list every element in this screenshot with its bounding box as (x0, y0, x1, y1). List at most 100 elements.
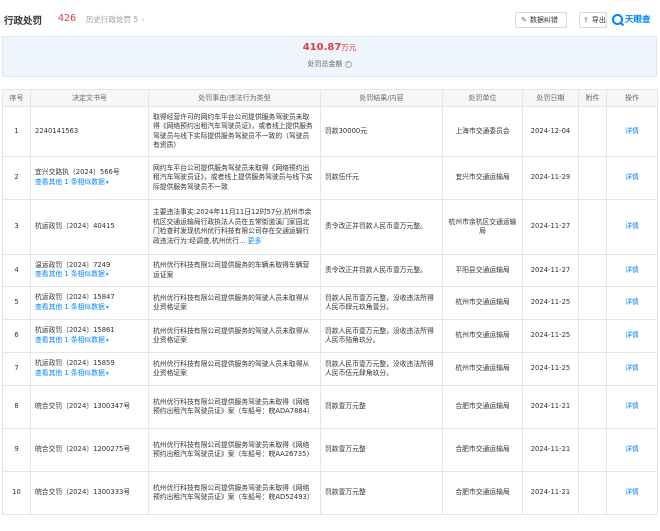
total-amount-unit: 万元 (341, 43, 357, 52)
col-header-action: 操作 (606, 89, 658, 107)
history-count: 5 (133, 15, 139, 24)
cell-action: 详情 (606, 254, 658, 287)
table-row: 7 杭运政罚〔2024〕15859 查看其他 1 条相似数据▾ 杭州优行科技有限… (2, 352, 658, 386)
cell-doc: 宜兴交路执〔2024〕566号 查看其他 1 条相似数据▾ (30, 156, 149, 200)
cell-date: 2024-11-25 (522, 319, 579, 353)
total-amount-label-row: 处罚总金额? (3, 59, 656, 69)
similar-data-link[interactable]: 查看其他 1 条相似数据▾ (35, 303, 144, 314)
cell-result: 罚款壹万元整 (320, 428, 443, 472)
cell-no: 9 (2, 428, 31, 472)
cell-attachment (578, 106, 607, 157)
detail-link[interactable]: 详情 (625, 445, 639, 453)
col-header-unit: 处罚单位 (442, 89, 523, 107)
detail-link[interactable]: 详情 (625, 298, 639, 306)
history-label: 历史行政处罚 (86, 15, 131, 24)
brand-logo: 天眼查 (612, 13, 651, 25)
similar-data-link[interactable]: 查看其他 1 条相似数据▾ (35, 369, 144, 380)
cell-reason: 网约车平台公司提供服务驾驶员未取得《网络预约出租汽车驾驶员证》，或者线上提供服务… (148, 156, 321, 200)
cell-action: 详情 (606, 471, 658, 515)
cell-no: 5 (2, 286, 31, 320)
detail-link[interactable]: 详情 (625, 127, 639, 135)
doc-number: 皖合交罚〔2024〕1300347号 (35, 402, 131, 411)
section-title: 行政处罚 (4, 16, 43, 27)
cell-action: 详情 (606, 319, 658, 353)
chevron-down-icon: ▾ (105, 337, 109, 344)
doc-number: 2240141563 (35, 126, 79, 135)
cell-unit: 杭州市余杭区交通运输局 (442, 199, 523, 255)
cell-date: 2024-11-21 (522, 471, 579, 515)
cell-doc: 2240141563 (30, 106, 149, 157)
detail-link[interactable]: 详情 (625, 331, 639, 339)
cell-unit: 杭州市交通运输局 (442, 286, 523, 320)
cell-unit: 杭州市交通运输局 (442, 352, 523, 386)
history-link[interactable]: 历史行政处罚 5 › (86, 14, 144, 25)
cell-no: 1 (2, 106, 31, 157)
penalty-summary: 410.87万元 处罚总金额? (2, 36, 657, 77)
cell-result: 责令改正并罚款人民币壹万元整。 (320, 254, 443, 287)
similar-data-link[interactable]: 查看其他 1 条相似数据▾ (35, 178, 144, 189)
cell-result: 罚款人民币壹万元整，没收违法所得人民币伍元肆角玖分。 (320, 352, 443, 386)
report-error-button[interactable]: ✎ 数据纠错 (515, 12, 567, 28)
cell-action: 详情 (606, 352, 658, 386)
info-icon[interactable]: ? (344, 60, 352, 68)
cell-reason: 杭州优行科技有限公司提供服务驾驶员未取得《网络预约出租汽车驾驶员证》案（车船号：… (148, 385, 321, 429)
detail-link[interactable]: 详情 (625, 222, 639, 230)
chevron-down-icon: ▾ (105, 304, 109, 311)
cell-reason: 杭州优行科技有限公司提供服务驾驶员未取得《网络预约出租汽车驾驶员证》案（车船号：… (148, 471, 321, 515)
cell-attachment (578, 385, 607, 429)
brand-name: 天眼查 (625, 15, 651, 25)
table-row: 10 皖合交罚〔2024〕1300333号 杭州优行科技有限公司提供服务驾驶员未… (2, 471, 658, 515)
similar-data-link[interactable]: 查看其他 1 条相似数据▾ (35, 336, 144, 347)
cell-date: 2024-12-04 (522, 106, 579, 157)
total-amount-label: 处罚总金额 (307, 60, 343, 68)
detail-link[interactable]: 详情 (625, 488, 639, 496)
detail-link[interactable]: 详情 (625, 266, 639, 274)
cell-doc: 杭运政罚〔2024〕40415 (30, 199, 149, 255)
table-row: 3 杭运政罚〔2024〕40415 主要违法事实:2024年11月11日12时5… (2, 199, 658, 255)
detail-link[interactable]: 详情 (625, 173, 639, 181)
penalty-table: 序号 决定文书号 处罚事由/违法行为类型 处罚结果/内容 处罚单位 处罚日期 附… (2, 89, 658, 515)
export-button[interactable]: ⇪ 导出 (579, 12, 607, 28)
col-header-doc: 决定文书号 (30, 89, 149, 107)
cell-doc: 杭运政罚〔2024〕15847 查看其他 1 条相似数据▾ (30, 286, 149, 320)
detail-link[interactable]: 详情 (625, 364, 639, 372)
cell-unit: 合肥市交通运输局 (442, 471, 523, 515)
col-header-result: 处罚结果/内容 (320, 89, 443, 107)
cell-attachment (578, 156, 607, 200)
report-error-label: 数据纠错 (529, 16, 558, 24)
similar-data-label: 查看其他 1 条相似数据 (35, 177, 105, 186)
cell-attachment (578, 352, 607, 386)
cell-attachment (578, 471, 607, 515)
cell-date: 2024-11-27 (522, 254, 579, 287)
chevron-down-icon: ▾ (105, 179, 109, 186)
doc-number: 杭运政罚〔2024〕40415 (35, 222, 115, 231)
total-amount: 410.87万元 (3, 42, 656, 53)
cell-reason: 杭州优行科技有限公司提供服务的驾驶人员未取得从业资格证案 (148, 319, 321, 353)
col-header-date: 处罚日期 (522, 89, 579, 107)
doc-number: 宜兴交路执〔2024〕566号 (35, 168, 120, 176)
cell-doc: 杭运政罚〔2024〕15859 查看其他 1 条相似数据▾ (30, 352, 149, 386)
cell-reason: 杭州优行科技有限公司提供服务的驾驶人员未取得从业资格证案 (148, 352, 321, 386)
cell-action: 详情 (606, 156, 658, 200)
cell-no: 4 (2, 254, 31, 287)
cell-no: 3 (2, 199, 31, 255)
cell-action: 详情 (606, 385, 658, 429)
cell-doc: 皖合交罚〔2024〕1300333号 (30, 471, 149, 515)
doc-number: 皖合交罚〔2024〕1200275号 (35, 445, 131, 454)
table-row: 1 2240141563 取得经营许可的网约车平台公司提供服务驾驶员未取得《网络… (2, 106, 658, 157)
export-label: 导出 (591, 16, 606, 24)
cell-date: 2024-11-21 (522, 428, 579, 472)
detail-link[interactable]: 详情 (625, 402, 639, 410)
cell-attachment (578, 199, 607, 255)
similar-data-label: 查看其他 1 条相似数据 (35, 302, 105, 311)
doc-number: 杭运政罚〔2024〕15847 (35, 293, 115, 301)
more-link[interactable]: 更多 (248, 237, 262, 245)
doc-number: 皖合交罚〔2024〕1300333号 (35, 488, 131, 497)
cell-unit: 上海市交通委员会 (442, 106, 523, 157)
cell-reason: 杭州优行科技有限公司提供服务的驾驶人员未取得从业资格证案 (148, 286, 321, 320)
cell-action: 详情 (606, 106, 658, 157)
cell-attachment (578, 286, 607, 320)
similar-data-label: 查看其他 1 条相似数据 (35, 270, 105, 278)
similar-data-link[interactable]: 查看其他 1 条相似数据▾ (35, 270, 144, 281)
table-row: 9 皖合交罚〔2024〕1200275号 杭州优行科技有限公司提供服务驾驶员未取… (2, 428, 658, 472)
